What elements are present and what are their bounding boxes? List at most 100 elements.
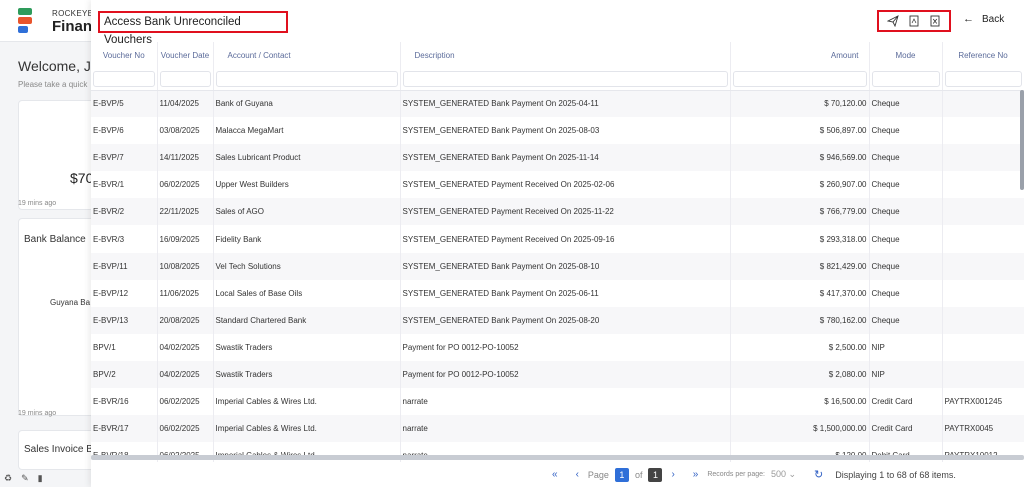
account-cell: Upper West Builders: [213, 171, 401, 199]
voucher-date-cell: 11/04/2025: [157, 90, 214, 118]
reference-cell: [942, 333, 1024, 361]
amount-cell: $ 780,162.00: [730, 306, 870, 334]
filter-voucher-no[interactable]: [93, 71, 155, 88]
prev-page-icon[interactable]: ‹: [576, 469, 579, 480]
col-reference[interactable]: Reference No: [942, 42, 1024, 69]
dashboard-card: [18, 100, 98, 210]
table-row[interactable]: E-BVP/11 10/08/2025 Vel Tech Solutions SYST…: [91, 252, 1024, 280]
filter-account[interactable]: [215, 71, 398, 88]
voucher-date-cell: 04/02/2025: [157, 360, 214, 389]
unreconciled-vouchers-panel: Access Bank Unreconciled Vouchers ← Back …: [91, 0, 1024, 487]
send-icon[interactable]: [887, 15, 900, 27]
sales-invoice-title: Sales Invoice B: [24, 444, 93, 455]
account-cell: Bank of Guyana: [213, 90, 401, 118]
mode-cell: NIP: [869, 360, 943, 389]
description-cell: SYSTEM_GENERATED Bank Payment On 2025-08…: [400, 306, 731, 334]
col-account[interactable]: Account / Contact: [213, 42, 401, 69]
card-timestamp: 19 mins ago: [18, 200, 57, 207]
voucher-date-cell: 03/08/2025: [157, 117, 214, 145]
table-row[interactable]: E-BVR/2 22/11/2025 Sales of AGO SYSTEM_GENE…: [91, 198, 1024, 226]
reference-cell: [942, 90, 1024, 118]
amount-cell: $ 2,500.00: [730, 333, 870, 361]
col-amount[interactable]: Amount: [730, 42, 870, 69]
table-row[interactable]: E-BVP/5 11/04/2025 Bank of Guyana SYSTEM_GE…: [91, 90, 1024, 118]
reference-cell: [942, 144, 1024, 172]
account-cell: Imperial Cables & Wires Ltd.: [213, 388, 401, 416]
filter-mode[interactable]: [871, 71, 940, 88]
records-per-page-select[interactable]: 500 ⌄: [771, 469, 796, 480]
pdf-icon[interactable]: [908, 15, 920, 27]
mode-cell: Cheque: [869, 144, 943, 172]
voucher-date-cell: 10/08/2025: [157, 252, 214, 280]
table-row[interactable]: E-BVP/12 11/06/2025 Local Sales of Base Oi…: [91, 279, 1024, 307]
reference-cell: [942, 279, 1024, 307]
amount-cell: $ 260,907.00: [730, 171, 870, 199]
voucher-no-link[interactable]: E-BVR/3: [91, 225, 158, 253]
records-per-page-value: 500: [770, 469, 786, 479]
table-row[interactable]: E-BVR/3 16/09/2025 Fidelity Bank SYSTEM_GEN…: [91, 225, 1024, 253]
mode-cell: Cheque: [869, 171, 943, 199]
table-row[interactable]: E-BVP/6 03/08/2025 Malacca MegaMart SYSTEM_…: [91, 117, 1024, 145]
table-row[interactable]: E-BVR/1 06/02/2025 Upper West Builders SYST…: [91, 171, 1024, 199]
description-cell: Payment for PO 0012-PO-10052: [400, 360, 731, 389]
amount-cell: $ 946,569.00: [730, 144, 870, 172]
filter-voucher-date[interactable]: [159, 71, 211, 88]
table-row[interactable]: E-BVR/17 06/02/2025 Imperial Cables & Wire…: [91, 415, 1024, 443]
filter-reference[interactable]: [944, 71, 1022, 88]
back-button[interactable]: ← Back: [963, 13, 1004, 25]
display-summary: Displaying 1 to 68 of 68 items.: [835, 469, 956, 480]
voucher-no-link[interactable]: E-BVP/7: [91, 144, 158, 172]
voucher-no-link[interactable]: E-BVR/2: [91, 198, 158, 226]
reference-cell: [942, 198, 1024, 226]
voucher-no-link[interactable]: E-BVP/6: [91, 117, 158, 145]
amount-cell: $ 766,779.00: [730, 198, 870, 226]
table-row[interactable]: BPV/1 04/02/2025 Swastik Traders Payment fo…: [91, 333, 1024, 361]
table-row[interactable]: BPV/2 04/02/2025 Swastik Traders Payment fo…: [91, 360, 1024, 389]
filter-description[interactable]: [402, 71, 728, 88]
bank-balance-title: Bank Balance: [24, 234, 86, 245]
chevron-down-icon: ⌄: [788, 469, 797, 479]
table-row[interactable]: E-BVP/13 20/08/2025 Standard Chartered Ban…: [91, 306, 1024, 334]
voucher-no-link[interactable]: E-BVP/12: [91, 279, 158, 307]
col-description[interactable]: Description: [400, 42, 731, 69]
table-row[interactable]: E-BVP/7 14/11/2025 Sales Lubricant Product…: [91, 144, 1024, 172]
description-cell: narrate: [400, 388, 731, 416]
amount-cell: $ 70,120.00: [730, 90, 870, 118]
account-cell: Sales of AGO: [213, 198, 401, 226]
description-cell: SYSTEM_GENERATED Bank Payment On 2025-11…: [400, 144, 731, 172]
next-page-icon[interactable]: ›: [671, 469, 674, 480]
voucher-no-link[interactable]: E-BVR/1: [91, 171, 158, 199]
voucher-no-link[interactable]: BPV/2: [91, 360, 158, 389]
bookmark-icon[interactable]: ▮: [38, 473, 43, 484]
voucher-no-link[interactable]: E-BVP/5: [91, 90, 158, 118]
reference-cell: PAYTRX0045: [942, 415, 1024, 443]
first-page-icon[interactable]: «: [552, 469, 558, 480]
current-page-input[interactable]: 1: [614, 467, 629, 482]
voucher-no-link[interactable]: E-BVR/17: [91, 415, 158, 443]
panel-title: Access Bank Unreconciled Vouchers: [98, 11, 288, 46]
description-cell: SYSTEM_GENERATED Bank Payment On 2025-04…: [400, 90, 731, 118]
mode-cell: Cheque: [869, 225, 943, 253]
description-cell: Payment for PO 0012-PO-10052: [400, 333, 731, 361]
last-page-icon[interactable]: »: [693, 469, 699, 480]
voucher-date-cell: 06/02/2025: [157, 388, 214, 416]
horizontal-scrollbar[interactable]: [91, 455, 1024, 460]
filter-amount[interactable]: [732, 71, 867, 88]
col-voucher-no[interactable]: Voucher No: [91, 42, 158, 69]
recycle-icon[interactable]: ♻: [4, 473, 12, 484]
amount-cell: $ 821,429.00: [730, 252, 870, 280]
table-row[interactable]: E-BVR/16 06/02/2025 Imperial Cables & Wire…: [91, 388, 1024, 416]
col-mode[interactable]: Mode: [869, 42, 943, 69]
col-voucher-date[interactable]: Voucher Date: [157, 42, 214, 69]
wrench-icon[interactable]: ✎: [21, 473, 29, 484]
excel-icon[interactable]: [929, 15, 941, 27]
voucher-no-link[interactable]: E-BVP/11: [91, 252, 158, 280]
voucher-no-link[interactable]: BPV/1: [91, 333, 158, 361]
refresh-icon[interactable]: ↻: [814, 468, 823, 481]
voucher-no-link[interactable]: E-BVR/16: [91, 388, 158, 416]
voucher-no-link[interactable]: E-BVP/13: [91, 306, 158, 334]
table-body: E-BVP/5 11/04/2025 Bank of Guyana SYSTEM_GE…: [91, 90, 1024, 462]
of-label: of: [634, 469, 643, 480]
vertical-scrollbar[interactable]: [1020, 90, 1024, 190]
welcome-subtitle: Please take a quick: [18, 80, 88, 89]
